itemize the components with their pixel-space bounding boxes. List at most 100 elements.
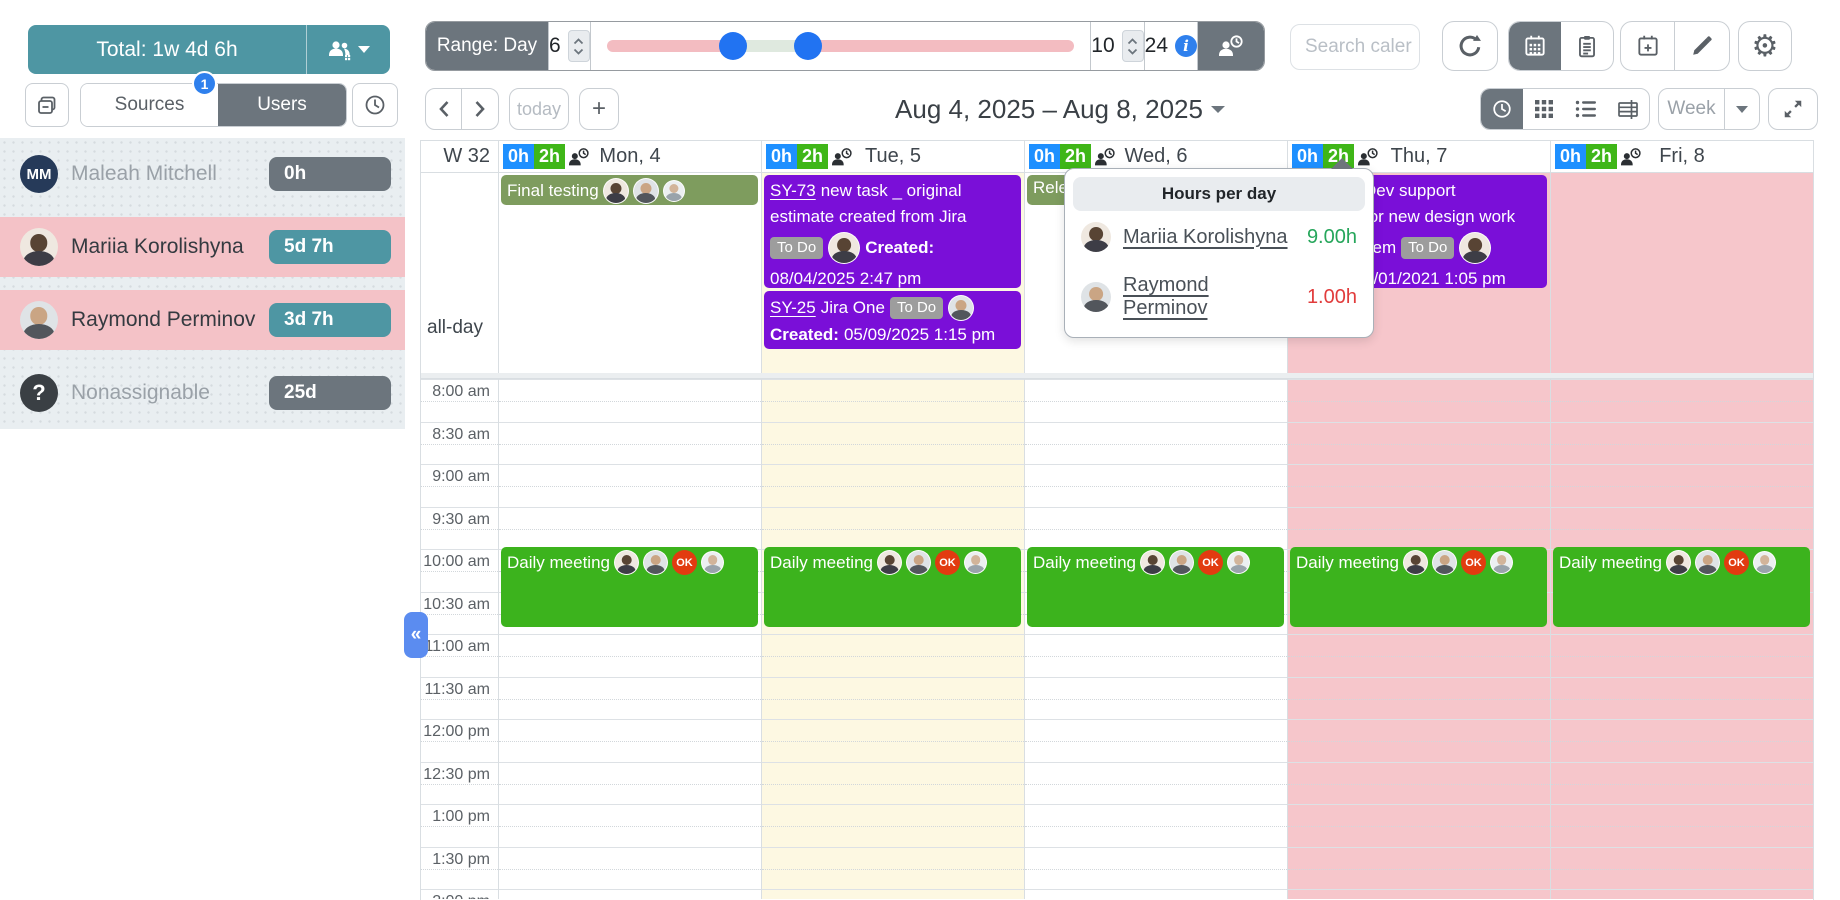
time-col-tue[interactable]: Daily meeting OK (761, 379, 1024, 899)
team-icon (327, 39, 353, 61)
week-selector-label[interactable]: Week (1659, 89, 1725, 129)
spinner-arrows-icon[interactable] (567, 30, 590, 62)
popup-arrow (1331, 158, 1353, 169)
event-daily-meeting[interactable]: Daily meeting OK (1027, 547, 1284, 627)
time-col-wed[interactable]: Daily meeting OK (1024, 379, 1287, 899)
day-end-value: 10 (1091, 34, 1115, 57)
day-end-spinner[interactable]: 10 (1091, 22, 1145, 70)
calendar-board-toggle (1508, 21, 1614, 71)
timeline-icon (1618, 100, 1638, 119)
time-label: 2:00 pm (421, 890, 498, 899)
day-label[interactable]: Fri, 8 (1551, 145, 1813, 168)
date-range-text: Aug 4, 2025 – Aug 8, 2025 (895, 93, 1203, 124)
event-daily-meeting[interactable]: Daily meeting OK (1553, 547, 1810, 627)
range-mode-label[interactable]: Range: Day (426, 22, 549, 70)
info-icon[interactable]: i (1175, 35, 1197, 57)
settings-button[interactable]: ⚙ (1738, 21, 1792, 71)
avatar (1490, 551, 1513, 574)
edit-mode-button[interactable] (1675, 22, 1729, 70)
week-selector-caret[interactable] (1725, 89, 1759, 129)
board-view-button[interactable] (1561, 22, 1613, 70)
allday-cell-fri[interactable] (1550, 173, 1813, 373)
list-view-button[interactable] (1565, 89, 1607, 129)
time-view-button[interactable] (1481, 89, 1523, 129)
allday-cell-tue[interactable]: SY-73 new task _ original estimate create… (761, 173, 1024, 373)
user-name: Nonassignable (71, 381, 210, 404)
fullscreen-button[interactable] (1768, 88, 1818, 130)
user-hours-badge: 25d (269, 376, 391, 410)
slider-track[interactable] (606, 32, 1075, 60)
sidebar-collapse-button[interactable]: « (404, 612, 428, 658)
time-col-mon[interactable]: Daily meeting OK (498, 379, 761, 899)
event-dev-support[interactable]: Dev support for new design work item To … (1358, 175, 1547, 288)
avatar (1666, 550, 1691, 575)
issue-key-link[interactable]: SY-73 (770, 178, 816, 204)
time-col-fri[interactable]: Daily meeting OK (1550, 379, 1813, 899)
popup-row-raymond: Raymond Perminov 1.00h (1073, 263, 1365, 331)
allday-cell-mon[interactable]: Final testing (498, 173, 761, 373)
day-label[interactable]: Thu, 7 (1288, 145, 1550, 168)
time-tracking-button[interactable] (352, 83, 398, 127)
avatar (20, 228, 58, 266)
avatar (1140, 550, 1165, 575)
tab-users[interactable]: Users (218, 84, 346, 126)
event-sy73[interactable]: SY-73 new task _ original estimate create… (764, 175, 1021, 288)
total-time-bar[interactable]: Total: 1w 4d 6h (28, 25, 390, 74)
prev-button[interactable] (426, 89, 462, 129)
refresh-button[interactable] (1442, 21, 1498, 71)
week-number: W 32 (443, 145, 490, 167)
collapse-panel-button[interactable] (25, 83, 69, 127)
gear-icon: ⚙ (1751, 28, 1779, 64)
calendar-view-button[interactable] (1509, 22, 1561, 70)
today-button[interactable]: today (509, 88, 569, 130)
user-name: Mariia Korolishyna (71, 235, 244, 258)
avatar (1081, 282, 1111, 312)
user-row-maleah[interactable]: MM Maleah Mitchell 0h (0, 144, 405, 204)
hours-range-slider[interactable] (591, 22, 1092, 70)
time-label: 10:30 am (423, 595, 490, 613)
clock-icon (363, 93, 387, 117)
slider-handle-left[interactable] (718, 32, 747, 60)
spinner-arrows-icon[interactable] (1121, 30, 1144, 62)
date-range-title[interactable]: Aug 4, 2025 – Aug 8, 2025 (700, 88, 1420, 130)
avatar (1403, 550, 1428, 575)
timeline-view-button[interactable] (1607, 89, 1649, 129)
day-start-spinner[interactable]: 6 (549, 22, 591, 70)
search-input[interactable] (1290, 24, 1420, 70)
user-row-nonassignable[interactable]: ? Nonassignable 25d (0, 363, 405, 423)
issue-key-link[interactable]: SY-25 (770, 294, 816, 322)
day-label[interactable]: Mon, 4 (499, 145, 761, 168)
user-link[interactable]: Mariia Korolishyna (1123, 226, 1295, 249)
avatar (1169, 550, 1194, 575)
avatar: MM (20, 155, 58, 193)
workload-button[interactable] (1198, 22, 1264, 70)
event-daily-meeting[interactable]: Daily meeting OK (1290, 547, 1547, 627)
event-sy25[interactable]: SY-25 Jira One To Do Created: 05/09/2025… (764, 291, 1021, 349)
add-button[interactable]: + (579, 88, 619, 130)
create-edit-group (1620, 21, 1730, 71)
user-list: MM Maleah Mitchell 0h Mariia Korolishyna… (0, 138, 405, 429)
time-col-thu[interactable]: Daily meeting OK (1287, 379, 1550, 899)
hours-per-day-setting[interactable]: 24 i (1145, 22, 1198, 70)
chevron-right-icon (475, 101, 485, 117)
user-row-mariia[interactable]: Mariia Korolishyna 5d 7h (0, 217, 405, 277)
chevron-down-icon (1736, 105, 1748, 113)
calendar-icon (1522, 33, 1548, 59)
user-link[interactable]: Raymond Perminov (1123, 274, 1295, 320)
event-daily-meeting[interactable]: Daily meeting OK (501, 547, 758, 627)
time-label: 1:00 pm (432, 808, 490, 825)
status-badge: To Do (889, 297, 944, 319)
slider-handle-right[interactable] (793, 32, 822, 60)
team-menu-button[interactable] (306, 25, 390, 74)
day-label[interactable]: Tue, 5 (762, 145, 1024, 168)
avatar (632, 178, 659, 204)
add-event-button[interactable] (1621, 22, 1675, 70)
grid-view-button[interactable] (1523, 89, 1565, 129)
day-label[interactable]: Wed, 6 (1025, 145, 1287, 168)
view-toggle-group (1480, 88, 1650, 130)
event-final-testing[interactable]: Final testing (501, 175, 758, 205)
user-row-raymond[interactable]: Raymond Perminov 3d 7h (0, 290, 405, 350)
time-label: 10:00 am (423, 553, 490, 570)
next-button[interactable] (462, 89, 498, 129)
event-daily-meeting[interactable]: Daily meeting OK (764, 547, 1021, 627)
